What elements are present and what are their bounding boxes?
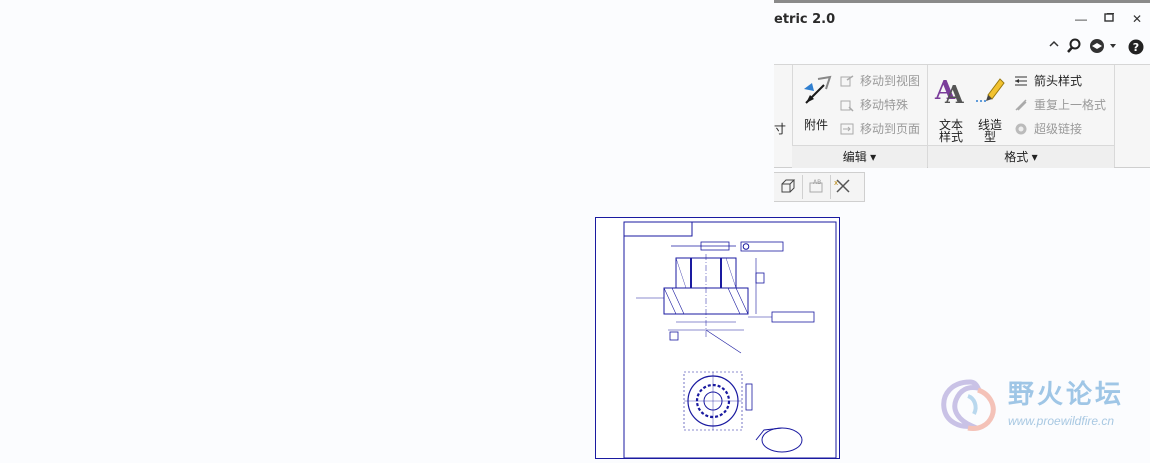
datum-display-button[interactable]: x (832, 175, 858, 199)
format-group-text: 格式 (1004, 150, 1029, 164)
collapse-ribbon-icon[interactable] (1048, 38, 1060, 53)
repeat-format-icon (1015, 99, 1027, 111)
move-special-label: 移动特殊 (860, 98, 909, 112)
watermark-name: 野火论坛 (1008, 380, 1125, 410)
attach-icon (804, 75, 832, 104)
arrow-style-label: 箭头样式 (1034, 74, 1083, 88)
text-style-label-2: 样式 (938, 130, 963, 144)
title-bar-strip (774, 0, 1150, 3)
text-style-button[interactable]: A A 文本 样式 (932, 71, 970, 145)
help-icon[interactable]: ? (1128, 39, 1144, 58)
hyperlink-icon (1015, 123, 1027, 135)
move-to-view-icon (840, 75, 854, 87)
annotation-icon: AB (809, 179, 823, 193)
community-icon[interactable] (1088, 38, 1116, 57)
partial-group-label: 寸 (774, 122, 787, 136)
attach-label: 附件 (803, 118, 828, 132)
app-window: etric 2.0 — ✕ ? 寸 附件 移动到视图 移动特殊 移动到页面 A … (774, 0, 1150, 202)
technical-drawing (623, 221, 837, 459)
graphics-toolbar: AB x (774, 172, 865, 202)
line-style-icon (976, 78, 1005, 102)
hyperlink-label: 超级链接 (1034, 122, 1083, 136)
text-style-icon: A A (934, 76, 964, 105)
window-title: etric 2.0 (774, 12, 836, 27)
restore-icon[interactable] (1102, 12, 1116, 26)
format-group-label[interactable]: 格式 ▾ (928, 145, 1114, 168)
format-dropdown-icon: ▾ (1031, 150, 1038, 164)
move-to-page-label: 移动到页面 (860, 122, 921, 136)
move-special-icon (840, 100, 854, 112)
forum-logo-icon (941, 379, 996, 431)
edit-group-label[interactable]: 编辑 ▾ (792, 145, 927, 168)
group-divider (1114, 65, 1115, 167)
edit-dropdown-icon: ▾ (870, 150, 877, 164)
repeat-last-format-label: 重复上一格式 (1034, 98, 1107, 112)
forum-watermark: 野火论坛 www.proewildfire.cn (938, 374, 1148, 434)
view-orientation-button[interactable] (776, 175, 803, 199)
move-to-page-icon (840, 123, 854, 135)
arrow-style-icon (1015, 76, 1027, 86)
svg-text:?: ? (1133, 41, 1139, 54)
close-icon[interactable]: ✕ (1130, 12, 1144, 26)
svg-text:AB: AB (813, 179, 821, 186)
watermark-url: www.proewildfire.cn (1008, 414, 1115, 428)
svg-text:x: x (834, 179, 838, 187)
drawing-sheet[interactable] (595, 217, 840, 459)
search-icon[interactable] (1066, 38, 1082, 57)
annotation-display-button[interactable]: AB (804, 175, 831, 199)
move-to-view-label: 移动到视图 (860, 74, 921, 88)
edit-group-text: 编辑 (842, 150, 867, 164)
attach-button[interactable]: 附件 (796, 71, 836, 135)
line-style-label-2: 型 (983, 130, 996, 144)
line-style-button[interactable]: 线造 型 (972, 71, 1008, 145)
minimize-icon[interactable]: — (1074, 12, 1088, 26)
svg-text:A: A (944, 80, 964, 105)
ribbon: 寸 附件 移动到视图 移动特殊 移动到页面 A A 文本 样式 线造 型 箭头样… (774, 64, 1150, 168)
datum-display-icon: x (834, 179, 850, 193)
cube-icon (781, 179, 796, 193)
